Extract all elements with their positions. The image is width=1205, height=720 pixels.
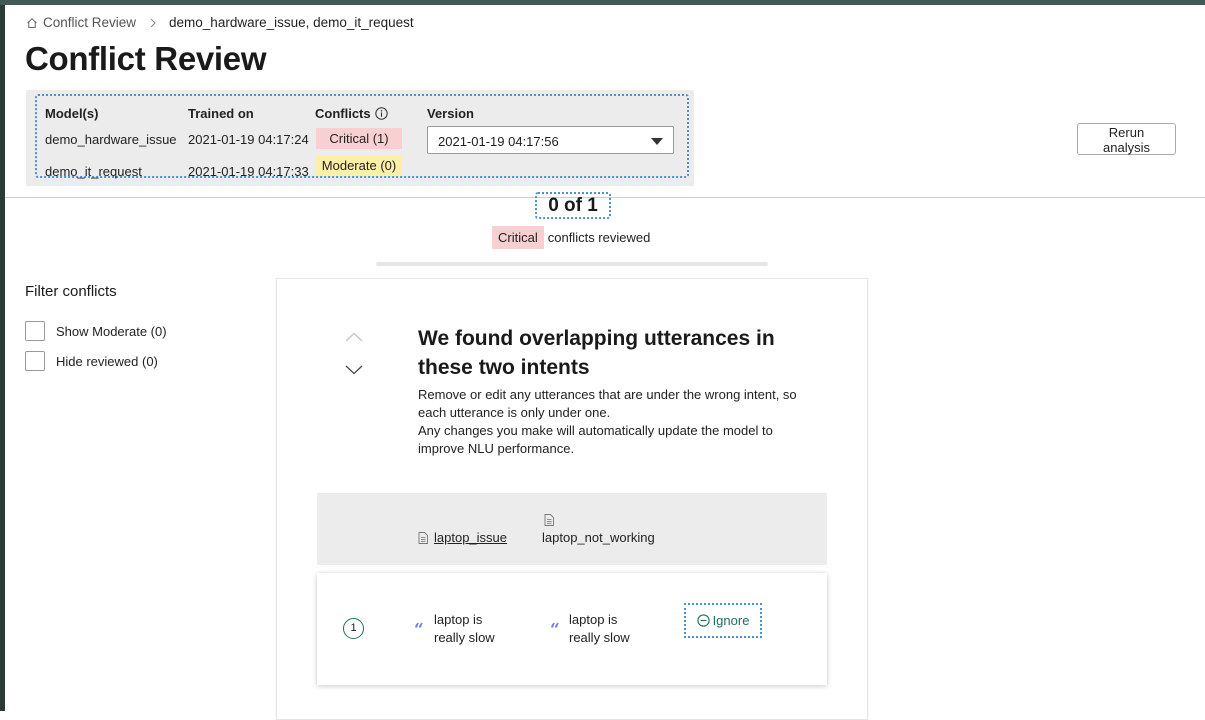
document-icon xyxy=(544,514,554,526)
breadcrumb-home-link[interactable]: Conflict Review xyxy=(26,15,136,30)
conflict-title: We found overlapping utterances in these… xyxy=(418,327,775,379)
utterance-text[interactable]: laptop is really slow xyxy=(569,611,641,647)
quote-icon: “ xyxy=(414,620,424,640)
critical-badge: Critical (1) xyxy=(316,128,402,149)
model-name: demo_hardware_issue xyxy=(45,132,177,147)
chevron-up-icon[interactable] xyxy=(345,332,363,342)
column-header-trained-on: Trained on xyxy=(188,106,254,121)
review-progress-bar xyxy=(376,262,768,266)
show-moderate-label: Show Moderate (0) xyxy=(56,323,167,339)
show-moderate-option[interactable]: Show Moderate (0) xyxy=(25,321,167,341)
trained-on-date: 2021-01-19 04:17:24 xyxy=(188,132,309,147)
filter-title: Filter conflicts xyxy=(25,283,117,300)
ignore-button-label: Ignore xyxy=(712,613,750,628)
column-header-models: Model(s) xyxy=(45,106,99,121)
window-top-strip xyxy=(0,0,1205,5)
document-icon xyxy=(418,531,428,544)
show-moderate-checkbox[interactable] xyxy=(25,321,45,341)
hide-reviewed-option[interactable]: Hide reviewed (0) xyxy=(25,351,158,371)
conflict-description: Remove or edit any utterances that are u… xyxy=(418,386,818,458)
version-dropdown[interactable]: 2021-01-19 04:17:56 xyxy=(427,126,674,154)
intent-header: laptop_issue laptop_not_working xyxy=(317,493,827,565)
moderate-badge: Moderate (0) xyxy=(316,155,402,176)
breadcrumb: Conflict Review demo_hardware_issue, dem… xyxy=(26,15,414,30)
window-left-strip xyxy=(0,5,5,711)
chevron-down-icon[interactable] xyxy=(345,365,363,375)
caret-down-icon xyxy=(651,138,663,145)
models-table[interactable]: Model(s) Trained on Conflicts Version de… xyxy=(35,94,689,179)
conflict-description-line: Remove or edit any utterances that are u… xyxy=(418,387,797,420)
version-selected-value: 2021-01-19 04:17:56 xyxy=(438,134,559,149)
conflict-description-line: Any changes you make will automatically … xyxy=(418,423,773,456)
breadcrumb-current: demo_hardware_issue, demo_it_request xyxy=(169,15,414,30)
rerun-analysis-button[interactable]: Rerun analysis xyxy=(1077,123,1176,155)
ignore-button[interactable]: Ignore xyxy=(684,603,762,638)
review-status: Critical conflicts reviewed xyxy=(492,226,650,249)
home-icon xyxy=(27,17,37,28)
chevron-right-icon xyxy=(150,18,156,28)
utterance-text[interactable]: laptop is really slow xyxy=(434,611,506,647)
critical-badge: Critical xyxy=(492,226,544,249)
intent-link[interactable]: laptop_not_working xyxy=(542,530,655,545)
row-number: 1 xyxy=(343,618,364,639)
review-counter[interactable]: 0 of 1 xyxy=(535,192,611,219)
review-status-text: conflicts reviewed xyxy=(547,230,651,245)
column-header-version: Version xyxy=(427,106,474,121)
model-name: demo_it_request xyxy=(45,164,142,179)
hide-reviewed-checkbox[interactable] xyxy=(25,351,45,371)
column-header-conflicts-label: Conflicts xyxy=(315,106,371,121)
conflict-row: 1 “ laptop is really slow “ laptop is re… xyxy=(317,573,827,685)
models-panel: Model(s) Trained on Conflicts Version de… xyxy=(26,90,694,186)
page-title: Conflict Review xyxy=(25,40,267,77)
column-header-conflicts: Conflicts xyxy=(315,106,388,121)
hide-reviewed-label: Hide reviewed (0) xyxy=(56,353,158,369)
trained-on-date: 2021-01-19 04:17:33 xyxy=(188,164,309,179)
conflict-card: We found overlapping utterances in these… xyxy=(276,278,868,720)
info-icon[interactable] xyxy=(374,107,388,120)
intent-link-label[interactable]: laptop_issue xyxy=(434,530,507,545)
intent-link[interactable]: laptop_issue xyxy=(418,530,507,545)
quote-icon: “ xyxy=(550,620,560,640)
breadcrumb-root-label[interactable]: Conflict Review xyxy=(43,15,136,30)
minus-circle-icon xyxy=(696,614,710,627)
